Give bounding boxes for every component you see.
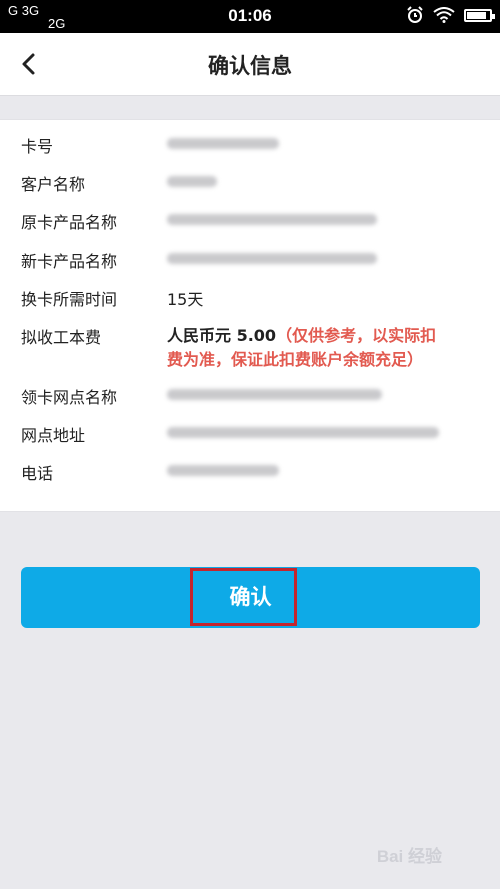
fee-note-line-2: 费为准，保证此扣费账户余额充足） xyxy=(167,350,424,369)
branch-address-redacted xyxy=(167,422,487,441)
replacement-time-value: 15天 xyxy=(167,290,204,309)
card-number-redacted xyxy=(167,133,487,152)
row-label: 电话 xyxy=(21,464,54,483)
row-label: 卡号 xyxy=(21,137,54,156)
page-title: 确认信息 xyxy=(208,54,292,78)
fee-value-block: 人民币元 5.00（仅供参考，以实际扣 费为准，保证此扣费账户余额充足） xyxy=(167,324,487,372)
old-card-product-redacted xyxy=(167,209,487,228)
row-label: 拟收工本费 xyxy=(21,328,102,347)
row-label: 网点地址 xyxy=(21,426,86,445)
row-label: 新卡产品名称 xyxy=(21,252,118,271)
wifi-icon xyxy=(433,7,455,23)
row-label: 原卡产品名称 xyxy=(21,213,118,232)
branch-name-redacted xyxy=(167,384,487,403)
fee-amount: 人民币元 5.00 xyxy=(167,326,277,345)
highlight-box xyxy=(190,568,297,626)
row-label: 客户名称 xyxy=(21,175,86,194)
phone-redacted xyxy=(167,460,487,479)
fee-note-line-1: （仅供参考，以实际扣 xyxy=(276,326,437,345)
status-bar: G 3G 2G 01:06 xyxy=(0,0,500,33)
watermark-logo: Bai 经验 xyxy=(376,847,442,866)
row-label: 换卡所需时间 xyxy=(21,290,118,309)
info-panel: 卡号 客户名称 原卡产品名称 新卡产品名称 换卡所需时间 15天 拟收工本费 人… xyxy=(0,119,500,512)
navigation-bar: 确认信息 xyxy=(0,33,500,96)
new-card-product-redacted xyxy=(167,248,487,267)
row-label: 领卡网点名称 xyxy=(21,388,118,407)
alarm-icon xyxy=(407,6,423,23)
confirm-button[interactable]: 确认 xyxy=(21,567,480,628)
customer-name-redacted xyxy=(167,171,487,190)
battery-icon xyxy=(464,8,495,22)
